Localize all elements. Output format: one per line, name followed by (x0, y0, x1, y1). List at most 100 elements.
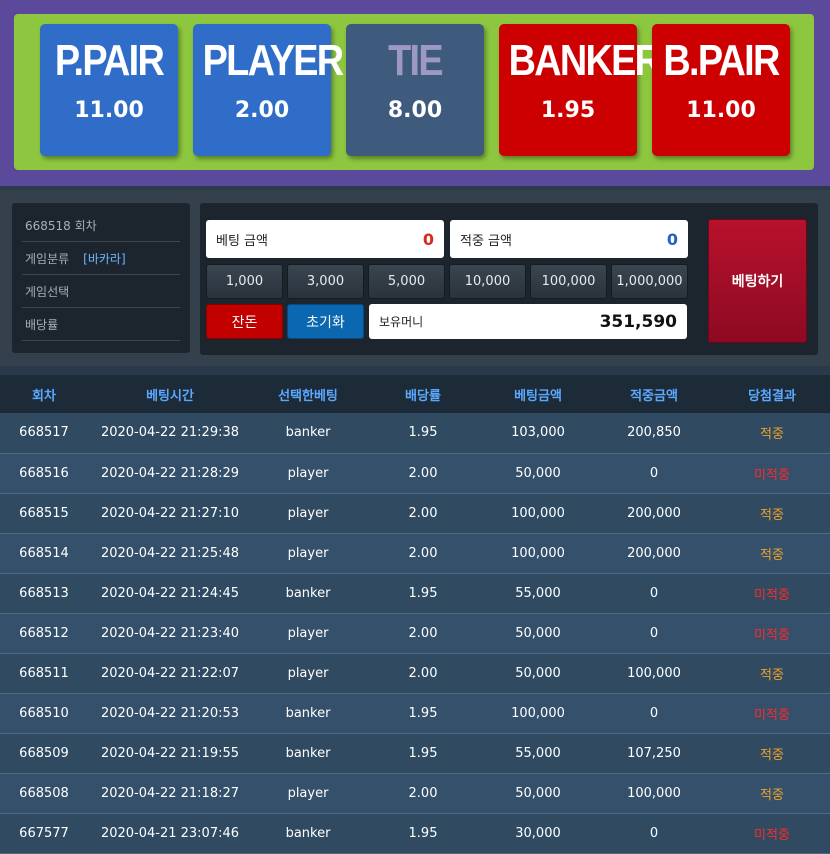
cell-odds: 1.95 (364, 813, 482, 854)
cell-time: 2020-04-21 23:07:46 (88, 813, 252, 854)
history-rows: 668517 2020-04-22 21:29:38 banker 1.95 103,0… (0, 413, 830, 854)
cell-pick: player (252, 613, 364, 654)
bet-option-odds: 1.95 (540, 98, 596, 123)
chip-3000-button[interactable]: 3,000 (287, 264, 364, 299)
cell-bet: 100,000 (482, 533, 594, 574)
bet-option-name: TIE (388, 36, 443, 85)
table-header-row: 회차 베팅시간 선택한베팅 배당률 베팅금액 적중금액 당첨결과 (0, 375, 830, 413)
cell-round: 668508 (0, 773, 88, 814)
cell-pick: banker (252, 693, 364, 734)
cell-round: 668517 (0, 413, 88, 454)
cell-time: 2020-04-22 21:20:53 (88, 693, 252, 734)
col-pick: 선택한베팅 (252, 375, 364, 413)
cell-time: 2020-04-22 21:24:45 (88, 573, 252, 614)
cell-round: 668511 (0, 653, 88, 694)
category-row: 게임분류 [바카라] (22, 242, 180, 275)
cell-win: 0 (594, 613, 714, 654)
table-row: 668510 2020-04-22 21:20:53 banker 1.95 100,0… (0, 693, 830, 734)
bet-option-tie[interactable]: TIE 8.00 (346, 24, 484, 156)
cell-bet: 55,000 (482, 573, 594, 614)
cell-result: 미적중 (714, 693, 830, 734)
bet-option-name: PLAYER (202, 36, 344, 85)
balance-field: 보유머니 351,590 (369, 304, 687, 339)
bet-amount-field: 베팅 금액 0 (206, 220, 444, 258)
bet-option-name: BANKER (508, 36, 662, 85)
cell-pick: banker (252, 573, 364, 614)
bet-amount-value: 0 (422, 229, 434, 249)
chip-1000000-button[interactable]: 1,000,000 (611, 264, 688, 299)
cell-odds: 1.95 (364, 573, 482, 614)
betting-panel: 668518 회차 게임분류 [바카라] 게임선택 배당률 베팅 금액 0 적중… (0, 190, 830, 366)
bet-option-name: P.PAIR (54, 36, 165, 85)
cell-bet: 100,000 (482, 493, 594, 534)
cell-time: 2020-04-22 21:18:27 (88, 773, 252, 814)
chip-10000-button[interactable]: 10,000 (449, 264, 526, 299)
col-time: 베팅시간 (88, 375, 252, 413)
bet-history: 회차 베팅시간 선택한베팅 배당률 베팅금액 적중금액 당첨결과 668517 2… (0, 375, 830, 854)
chip-100000-button[interactable]: 100,000 (530, 264, 607, 299)
col-bet: 베팅금액 (482, 375, 594, 413)
game-select-row: 게임선택 (22, 275, 180, 308)
bet-option-b-pair[interactable]: B.PAIR 11.00 (652, 24, 790, 156)
cell-time: 2020-04-22 21:22:07 (88, 653, 252, 694)
cell-result: 적중 (714, 413, 830, 454)
cell-time: 2020-04-22 21:25:48 (88, 533, 252, 574)
cell-pick: player (252, 493, 364, 534)
cell-pick: player (252, 533, 364, 574)
chip-1000-button[interactable]: 1,000 (206, 264, 283, 299)
round-row: 668518 회차 (22, 209, 180, 242)
cell-bet: 103,000 (482, 413, 594, 454)
cell-win: 0 (594, 453, 714, 494)
game-info-box: 668518 회차 게임분류 [바카라] 게임선택 배당률 (12, 203, 190, 353)
cell-win: 100,000 (594, 653, 714, 694)
cell-round: 668516 (0, 453, 88, 494)
table-row: 668513 2020-04-22 21:24:45 banker 1.95 55,00… (0, 573, 830, 614)
cell-result: 적중 (714, 733, 830, 774)
cell-odds: 2.00 (364, 533, 482, 574)
place-bet-button[interactable]: 베팅하기 (708, 219, 807, 343)
table-row: 668508 2020-04-22 21:18:27 player 2.00 50,00… (0, 773, 830, 814)
cell-pick: player (252, 773, 364, 814)
cell-odds: 2.00 (364, 453, 482, 494)
cell-time: 2020-04-22 21:29:38 (88, 413, 252, 454)
cell-bet: 30,000 (482, 813, 594, 854)
cell-win: 0 (594, 813, 714, 854)
cell-odds: 2.00 (364, 493, 482, 534)
game-select-label: 게임선택 (25, 284, 70, 299)
cell-pick: player (252, 453, 364, 494)
chip-5000-button[interactable]: 5,000 (368, 264, 445, 299)
cell-time: 2020-04-22 21:27:10 (88, 493, 252, 534)
cell-pick: banker (252, 413, 364, 454)
cell-round: 668514 (0, 533, 88, 574)
bet-option-banker[interactable]: BANKER 1.95 (499, 24, 662, 156)
cell-round: 668509 (0, 733, 88, 774)
cell-time: 2020-04-22 21:19:55 (88, 733, 252, 774)
cell-odds: 2.00 (364, 773, 482, 814)
cell-round: 668513 (0, 573, 88, 614)
round-label: 668518 회차 (25, 218, 97, 233)
cell-win: 200,850 (594, 413, 714, 454)
table-row: 668514 2020-04-22 21:25:48 player 2.00 100,0… (0, 533, 830, 574)
cell-result: 미적중 (714, 573, 830, 614)
cell-win: 200,000 (594, 493, 714, 534)
reset-button[interactable]: 초기화 (287, 304, 364, 339)
cell-result: 미적중 (714, 813, 830, 854)
table-row: 668517 2020-04-22 21:29:38 banker 1.95 103,0… (0, 413, 830, 454)
bet-amount-label: 베팅 금액 (216, 233, 268, 249)
col-round: 회차 (0, 375, 88, 413)
bet-input-box: 베팅 금액 0 적중 금액 0 1,000 3,000 5,000 10,000… (200, 203, 818, 355)
bet-option-p-pair[interactable]: P.PAIR 11.00 (40, 24, 178, 156)
cell-bet: 50,000 (482, 453, 594, 494)
cell-win: 0 (594, 693, 714, 734)
cell-round: 668510 (0, 693, 88, 734)
cell-win: 200,000 (594, 533, 714, 574)
cell-bet: 55,000 (482, 733, 594, 774)
bet-option-player[interactable]: PLAYER 2.00 (193, 24, 344, 156)
cell-result: 적중 (714, 493, 830, 534)
bet-option-odds: 11.00 (74, 98, 144, 123)
clear-button[interactable]: 잔돈 (206, 304, 283, 339)
cell-odds: 1.95 (364, 733, 482, 774)
cell-round: 668515 (0, 493, 88, 534)
table-row: 668515 2020-04-22 21:27:10 player 2.00 100,0… (0, 493, 830, 534)
category-label: 게임분류 (25, 251, 70, 266)
